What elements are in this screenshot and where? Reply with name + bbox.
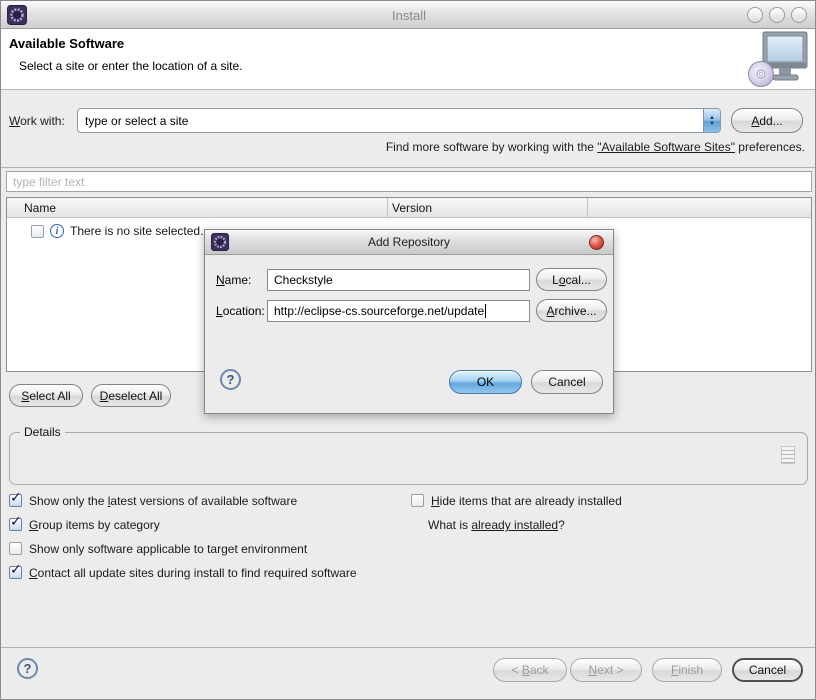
column-header-name[interactable]: Name [24,201,56,215]
find-more-software-hint: Find more software by working with the "… [386,140,805,154]
empty-table-message: There is no site selected. [70,224,203,238]
already-installed-link[interactable]: already installed [471,518,558,532]
add-repository-dialog: Add Repository Name: Checkstyle Local...… [204,229,614,414]
option-show-latest-versions[interactable]: ✓ Show only the latest versions of avail… [9,493,297,508]
install-wizard-window: Install Available Software Select a site… [0,0,816,700]
page-subtitle: Select a site or enter the location of a… [19,59,242,73]
name-label: Name: [216,273,251,287]
table-header: Name Version [7,198,811,218]
next-button[interactable]: Next > [570,658,642,682]
window-maximize-button[interactable] [791,7,807,23]
table-row: i There is no site selected. [31,224,203,238]
work-with-label: Work with: [9,114,65,128]
check-icon: ✓ [10,513,22,530]
option-show-applicable-only[interactable]: Show only software applicable to target … [9,541,307,556]
location-label: Location: [216,304,265,318]
window-minimize-button[interactable] [769,7,785,23]
filter-input[interactable] [6,171,812,192]
option-label: Show only the latest versions of availab… [29,494,297,508]
details-text-icon[interactable] [781,446,795,464]
deselect-all-button[interactable]: Deselect All [91,384,171,407]
option-label: Contact all update sites during install … [29,566,357,580]
separator [1,167,816,168]
stepper-down-icon: ▼ [709,121,715,127]
work-with-combo[interactable]: type or select a site ▲ ▼ [77,108,721,133]
dialog-titlebar: Add Repository [205,230,613,255]
local-button[interactable]: Local... [536,268,607,291]
details-group: Details [9,432,808,485]
combo-stepper-icon[interactable]: ▲ ▼ [703,109,720,132]
option-label: Hide items that are already installed [431,494,622,508]
column-divider[interactable] [587,198,588,218]
option-hide-installed[interactable]: Hide items that are already installed [411,493,622,508]
cancel-button[interactable]: Cancel [732,658,803,682]
window-titlebar: Install [1,1,816,29]
column-header-version[interactable]: Version [392,201,432,215]
what-is-installed-text: What is already installed? [428,518,565,532]
option-group-by-category[interactable]: ✓ Group items by category [9,517,160,532]
name-field[interactable]: Checkstyle [267,269,530,291]
dialog-cancel-button[interactable]: Cancel [531,370,603,394]
page-title: Available Software [9,36,124,51]
details-label: Details [20,425,65,439]
check-icon: ✓ [10,561,22,578]
help-icon[interactable]: ? [17,658,38,679]
select-all-button[interactable]: Select All [9,384,83,407]
software-install-icon [747,30,809,88]
checkbox-unchecked-icon[interactable] [9,542,22,555]
check-icon: ✓ [10,489,22,506]
finish-button[interactable]: Finish [652,658,722,682]
separator [1,647,816,648]
window-title: Install [1,8,816,23]
row-checkbox[interactable] [31,225,44,238]
checkbox-unchecked-icon[interactable] [411,494,424,507]
info-icon: i [50,224,64,238]
window-close-button[interactable] [747,7,763,23]
option-label: Group items by category [29,518,160,532]
back-button[interactable]: < Back [493,658,567,682]
archive-button[interactable]: Archive... [536,299,607,322]
text-cursor [485,304,486,318]
add-button[interactable]: Add... [731,108,803,133]
work-with-combo-value: type or select a site [78,114,703,128]
ok-button[interactable]: OK [449,370,522,394]
dialog-title: Add Repository [205,235,613,249]
available-software-sites-link[interactable]: "Available Software Sites" [597,140,735,154]
help-icon[interactable]: ? [220,369,241,390]
location-field[interactable]: http://eclipse-cs.sourceforge.net/update [267,300,530,322]
column-divider[interactable] [387,198,388,218]
option-contact-all-sites[interactable]: ✓ Contact all update sites during instal… [9,565,357,580]
option-label: Show only software applicable to target … [29,542,307,556]
checkbox-checked-icon[interactable]: ✓ [9,566,22,579]
checkbox-checked-icon[interactable]: ✓ [9,494,22,507]
dialog-close-icon[interactable] [589,235,604,250]
checkbox-checked-icon[interactable]: ✓ [9,518,22,531]
wizard-banner: Available Software Select a site or ente… [1,29,816,90]
